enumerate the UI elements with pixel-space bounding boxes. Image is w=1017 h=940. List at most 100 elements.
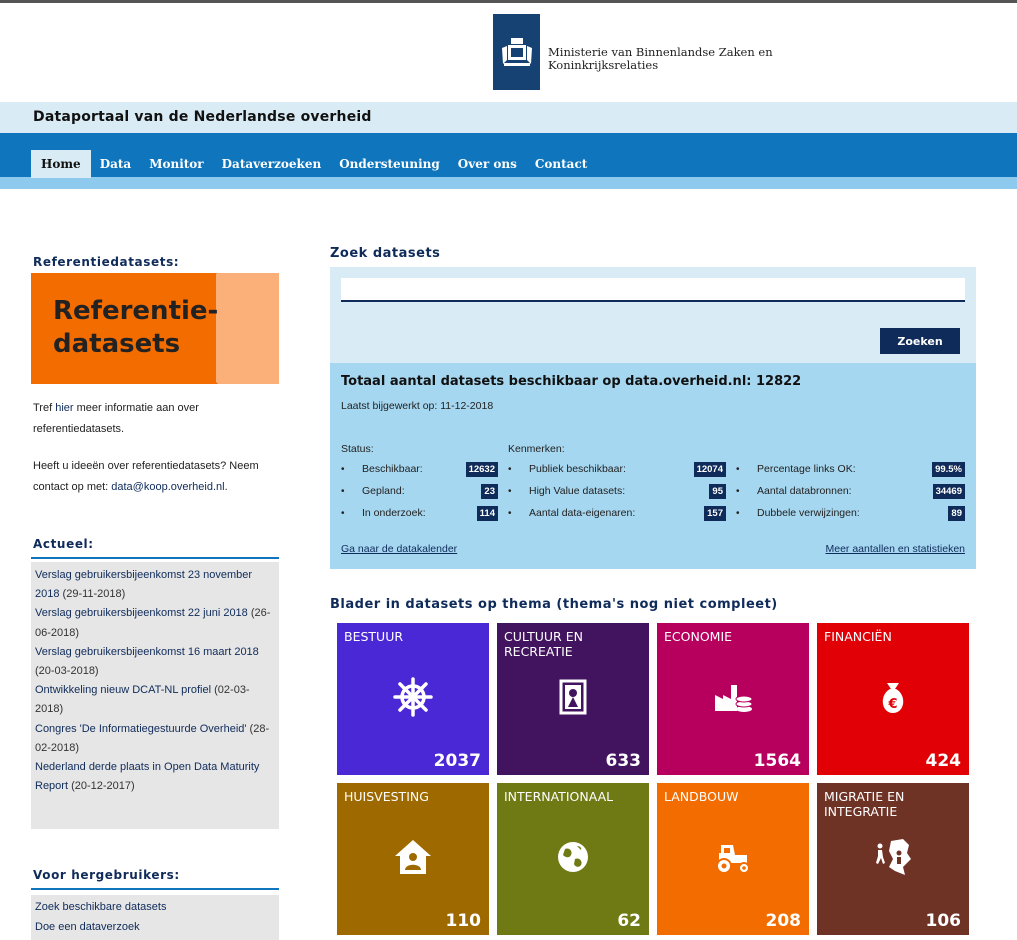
- search-title: Zoek datasets: [330, 246, 441, 261]
- ministry-name-line2: Koninkrijksrelaties: [548, 58, 659, 72]
- bullet: •: [736, 463, 740, 475]
- list-item[interactable]: Zoek beschikbare datasets: [35, 897, 275, 917]
- nav-item-contact[interactable]: Contact: [526, 150, 596, 178]
- tile-name: CULTUUR EN RECREATIE: [504, 629, 583, 659]
- nav-item-dataverzoeken[interactable]: Dataverzoeken: [213, 150, 331, 178]
- stat-row: • Dubbele verwijzingen: 89: [736, 505, 965, 521]
- stat-row: • Percentage links OK: 99.5%: [736, 461, 965, 477]
- ref-banner[interactable]: Referentie- datasets: [31, 273, 279, 384]
- tile-name: LANDBOUW: [664, 789, 739, 804]
- nav-item-home[interactable]: Home: [31, 150, 91, 178]
- painting-icon: [559, 679, 587, 715]
- datakalender-link[interactable]: Ga naar de datakalender: [341, 543, 457, 555]
- more-stats-link[interactable]: Meer aantallen en statistieken: [826, 543, 966, 555]
- search-input[interactable]: [341, 278, 965, 302]
- stats-title: Totaal aantal datasets beschikbaar op da…: [341, 374, 802, 389]
- theme-tile-cultuur[interactable]: CULTUUR EN RECREATIE 633: [497, 623, 649, 775]
- stat-label: Aantal data-eigenaren:: [529, 507, 636, 519]
- theme-tile-migratie[interactable]: MIGRATIE EN INTEGRATIE 106: [817, 783, 969, 935]
- list-item: Verslag gebruikersbijeenkomst 22 juni 20…: [35, 604, 275, 642]
- theme-tile-internationaal[interactable]: INTERNATIONAAL 62: [497, 783, 649, 935]
- tile-count: 208: [765, 911, 802, 931]
- ref-banner-line2: datasets: [53, 329, 181, 359]
- factory-coins-icon: [715, 685, 753, 712]
- theme-tile-huisvesting[interactable]: HUISVESTING 110: [337, 783, 489, 935]
- theme-tile-financien[interactable]: FINANCIËN € 424: [817, 623, 969, 775]
- news-date: (20-12-2017): [68, 780, 135, 793]
- tile-count: 2037: [433, 751, 481, 771]
- list-item[interactable]: Doe een dataverzoek: [35, 917, 275, 937]
- stat-badge: 89: [948, 505, 965, 521]
- hergebruikers-rule: [31, 888, 279, 890]
- list-item: Ontwikkeling nieuw DCAT-NL profiel (02-0…: [35, 681, 275, 719]
- hergebruikers-heading: Voor hergebruikers:: [33, 868, 180, 882]
- ref-info-text: Tref hier meer informatie aan over refer…: [33, 398, 281, 440]
- news-link[interactable]: Ontwikkeling nieuw DCAT-NL profiel: [35, 684, 211, 696]
- tile-name: ECONOMIE: [664, 629, 733, 644]
- nav-item-data[interactable]: Data: [91, 150, 141, 178]
- tile-name: BESTUUR: [344, 629, 404, 644]
- list-item: Verslag gebruikersbijeenkomst 23 novembe…: [35, 566, 275, 604]
- stat-badge: 99.5%: [932, 461, 965, 477]
- main-nav: Home Data Monitor Dataverzoeken Onderste…: [31, 150, 596, 178]
- actueel-heading: Actueel:: [33, 537, 94, 551]
- ministry-logo[interactable]: Ministerie van Binnenlandse Zaken en Kon…: [493, 14, 773, 90]
- stat-badge: 12632: [465, 461, 498, 477]
- nav-item-ondersteuning[interactable]: Ondersteuning: [330, 150, 449, 178]
- tile-count: 110: [445, 911, 482, 931]
- portal-title: Dataportaal van de Nederlandse overheid: [33, 109, 372, 125]
- globe-icon: [558, 842, 588, 872]
- list-item: Congres 'De Informatiegestuurde Overheid…: [35, 720, 275, 758]
- news-date: (20-03-2018): [35, 665, 99, 678]
- theme-tile-bestuur[interactable]: BESTUUR 2037: [337, 623, 489, 775]
- news-link[interactable]: Verslag gebruikersbijeenkomst 22 juni 20…: [35, 607, 248, 619]
- tile-count: 633: [605, 751, 642, 771]
- bullet: •: [508, 485, 512, 497]
- tile-name: FINANCIËN: [824, 629, 892, 644]
- actueel-list: Verslag gebruikersbijeenkomst 23 novembe…: [31, 562, 279, 829]
- stat-badge: 34469: [932, 483, 965, 499]
- stat-row: • Publiek beschikbaar: 12074: [508, 461, 726, 477]
- bullet: •: [736, 485, 740, 497]
- theme-tile-landbouw[interactable]: LANDBOUW 208: [657, 783, 809, 935]
- nav-item-over-ons[interactable]: Over ons: [449, 150, 526, 178]
- stat-badge: 157: [704, 505, 726, 521]
- stat-label: Aantal databronnen:: [757, 485, 852, 497]
- tile-count: 106: [925, 911, 962, 931]
- theme-tile-economie[interactable]: ECONOMIE 1564: [657, 623, 809, 775]
- email-link[interactable]: data@koop.overheid.nl: [111, 481, 224, 493]
- bullet: •: [341, 507, 345, 519]
- list-item: Verslag gebruikersbijeenkomst 16 maart 2…: [35, 643, 275, 681]
- portal-title-bar: Dataportaal van de Nederlandse overheid: [0, 102, 1017, 133]
- search-button[interactable]: Zoeken: [880, 328, 960, 354]
- bullet: •: [341, 485, 345, 497]
- top-border: [0, 0, 1017, 9]
- news-link[interactable]: Verslag gebruikersbijeenkomst 16 maart 2…: [35, 646, 259, 658]
- stat-row: • Aantal databronnen: 34469: [736, 483, 965, 499]
- ref-info-link[interactable]: hier: [55, 402, 73, 414]
- news-link[interactable]: Congres 'De Informatiegestuurde Overheid…: [35, 723, 246, 735]
- ideas-text: Heeft u ideeën over referentiedatasets? …: [33, 456, 281, 498]
- bullet: •: [508, 463, 512, 475]
- stats-panel: Totaal aantal datasets beschikbaar op da…: [330, 363, 976, 569]
- news-date: (29-11-2018): [59, 588, 126, 601]
- nav-bar-shadow: [0, 177, 1017, 189]
- nav-item-monitor[interactable]: Monitor: [140, 150, 212, 178]
- stat-badge: 23: [481, 483, 498, 499]
- ref-text-prefix: Tref: [33, 402, 56, 414]
- house-person-icon: [395, 840, 431, 874]
- tile-name: HUISVESTING: [344, 789, 429, 804]
- stat-badge: 12074: [693, 461, 726, 477]
- ref-heading: Referentiedatasets:: [33, 255, 180, 269]
- kenmerken-heading: Kenmerken:: [508, 443, 565, 455]
- stat-row: • Beschikbaar: 12632: [341, 461, 498, 477]
- hergebruikers-list: Zoek beschikbare datasets Doe een datave…: [31, 895, 279, 940]
- stats-updated: Laatst bijgewerkt op: 11-12-2018: [341, 400, 494, 412]
- tile-name: INTERNATIONAAL: [504, 789, 614, 804]
- tile-count: 424: [925, 751, 962, 771]
- bullet: •: [341, 463, 345, 475]
- helm-icon: [393, 677, 433, 717]
- bullet: •: [736, 507, 740, 519]
- logo-bar: [493, 14, 540, 90]
- stat-row: • High Value datasets: 95: [508, 483, 726, 499]
